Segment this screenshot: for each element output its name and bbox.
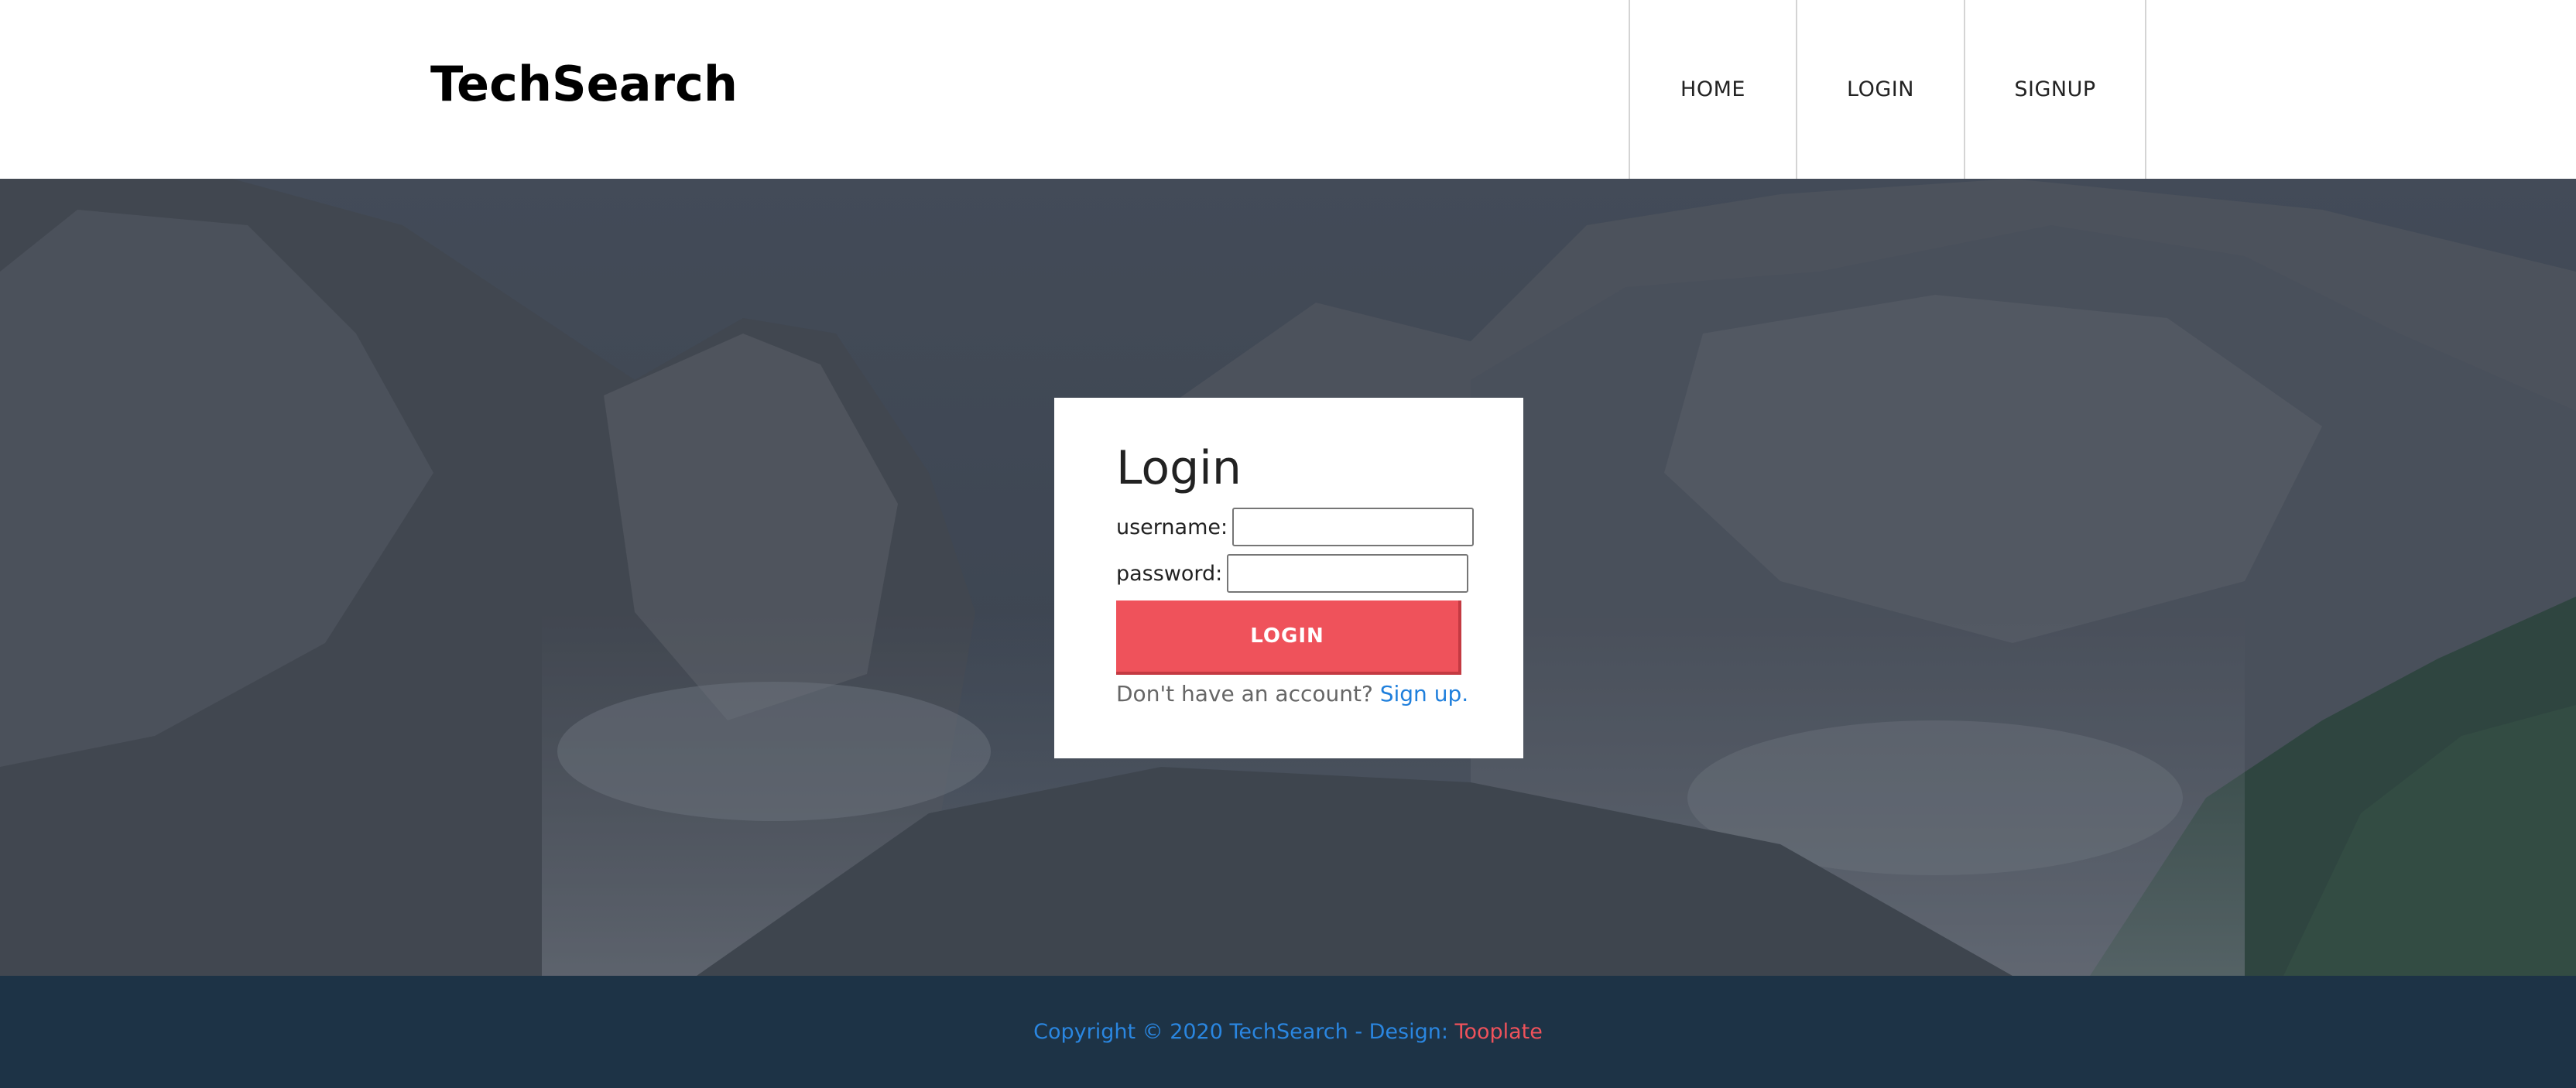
username-label: username: — [1116, 515, 1228, 539]
nav-item-login[interactable]: LOGIN — [1797, 0, 1965, 179]
tooplate-link[interactable]: Tooplate — [1455, 1020, 1543, 1044]
nav-item-signup[interactable]: SIGNUP — [1965, 0, 2146, 179]
signup-prompt-line: Don't have an account? Sign up. — [1116, 681, 1468, 707]
password-input[interactable] — [1227, 554, 1469, 593]
copyright-text: Copyright © 2020 TechSearch - Design: — [1033, 1020, 1455, 1044]
site-header: TechSearch HOME LOGIN SIGNUP — [0, 0, 2576, 179]
username-input[interactable] — [1232, 508, 1475, 546]
login-button[interactable]: LOGIN — [1116, 600, 1461, 675]
username-row: username: — [1116, 508, 1475, 546]
footer-copyright: Copyright © 2020 TechSearch - Design: To… — [1033, 1020, 1543, 1044]
site-footer: Copyright © 2020 TechSearch - Design: To… — [0, 976, 2576, 1088]
main-nav: HOME LOGIN SIGNUP — [1629, 0, 2146, 179]
nav-item-home[interactable]: HOME — [1630, 0, 1797, 179]
signup-link[interactable]: Sign up. — [1380, 681, 1468, 707]
password-label: password: — [1116, 561, 1223, 586]
signup-prompt-text: Don't have an account? — [1116, 681, 1380, 707]
password-row: password: — [1116, 554, 1469, 593]
login-card: Login username: password: LOGIN Don't ha… — [1054, 398, 1523, 758]
brand-logo[interactable]: TechSearch — [430, 56, 738, 112]
login-title: Login — [1116, 441, 1242, 495]
